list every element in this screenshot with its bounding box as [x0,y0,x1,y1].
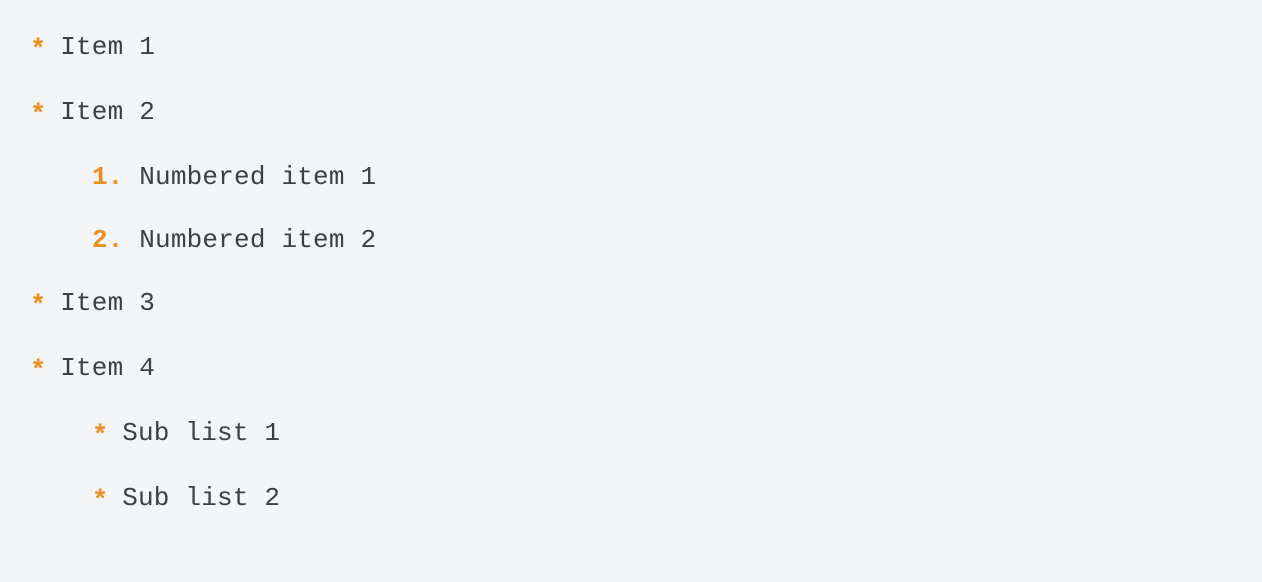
list-item: * Item 1 [30,34,1232,62]
list-item-text: Numbered item 2 [139,227,376,253]
number-marker: 2. [92,227,123,253]
list-item: * Sub list 2 [30,485,1232,513]
bullet-marker-icon: * [30,294,46,321]
list-item-text: Sub list 1 [122,420,280,446]
list-item: * Item 4 [30,355,1232,383]
list-item: * Item 3 [30,290,1232,318]
list-item: * Item 2 [30,99,1232,127]
bullet-marker-icon: * [92,489,108,516]
list-item: * Sub list 1 [30,420,1232,448]
number-marker: 1. [92,164,123,190]
list-item: 1. Numbered item 1 [30,164,1232,190]
list-item: 2. Numbered item 2 [30,227,1232,253]
list-item-text: Item 3 [60,290,155,316]
list-item-text: Item 2 [60,99,155,125]
list-item-text: Sub list 2 [122,485,280,511]
list-item-text: Item 4 [60,355,155,381]
markdown-list-preview: * Item 1 * Item 2 1. Numbered item 1 2. … [0,0,1262,547]
bullet-marker-icon: * [30,103,46,130]
list-item-text: Numbered item 1 [139,164,376,190]
bullet-marker-icon: * [92,424,108,451]
list-item-text: Item 1 [60,34,155,60]
bullet-marker-icon: * [30,359,46,386]
bullet-marker-icon: * [30,38,46,65]
